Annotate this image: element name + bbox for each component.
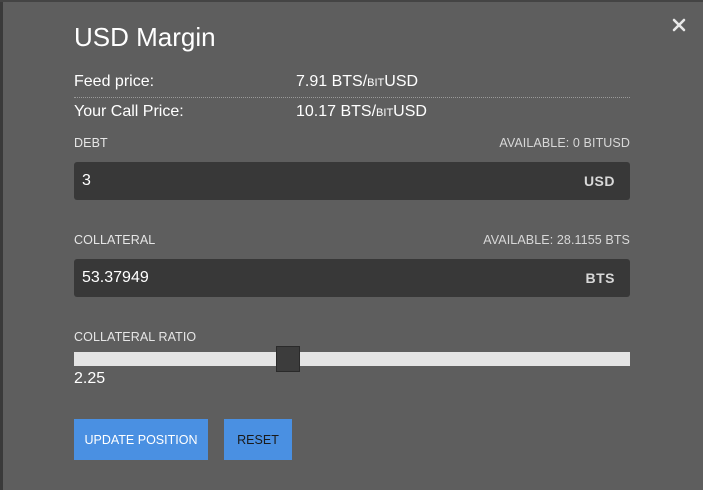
call-price-label: Your Call Price: [74,103,184,120]
collateral-ratio-slider-track[interactable] [74,352,630,366]
collateral-input-value: 53.37949 [82,269,149,286]
collateral-ratio-value: 2.25 [74,370,106,387]
close-icon [672,18,686,32]
debt-header: DEBT AVAILABLE: 0 BITUSD [74,136,630,152]
debt-input-value: 3 [82,172,91,189]
call-price-row: Your Call Price: 10.17 BTS/BITUSD [74,98,630,128]
debt-input[interactable]: 3 USD [74,162,630,200]
collateral-header: COLLATERAL AVAILABLE: 28.1155 BTS [74,233,630,249]
collateral-label: COLLATERAL [74,233,156,247]
update-position-button[interactable]: UPDATE POSITION [74,419,208,460]
margin-modal: USD Margin Feed price: 7.91 BTS/BITUSD Y… [3,2,703,490]
feed-price-row: Feed price: 7.91 BTS/BITUSD [74,68,630,98]
call-price-value: 10.17 BTS/BITUSD [296,103,427,120]
debt-label: DEBT [74,136,108,150]
collateral-ratio-label: COLLATERAL RATIO [74,330,197,344]
collateral-ratio-header: COLLATERAL RATIO [74,330,630,346]
collateral-input[interactable]: 53.37949 BTS [74,259,630,297]
collateral-available: AVAILABLE: 28.1155 BTS [483,233,630,247]
feed-price-label: Feed price: [74,73,155,90]
debt-unit: USD [583,173,615,189]
debt-available: AVAILABLE: 0 BITUSD [499,136,630,150]
modal-title: USD Margin [74,22,216,52]
collateral-unit: BTS [585,270,615,286]
reset-button[interactable]: RESET [224,419,292,460]
feed-price-value: 7.91 BTS/BITUSD [296,73,419,90]
close-button[interactable] [668,14,690,36]
collateral-ratio-slider-handle[interactable] [276,346,301,372]
